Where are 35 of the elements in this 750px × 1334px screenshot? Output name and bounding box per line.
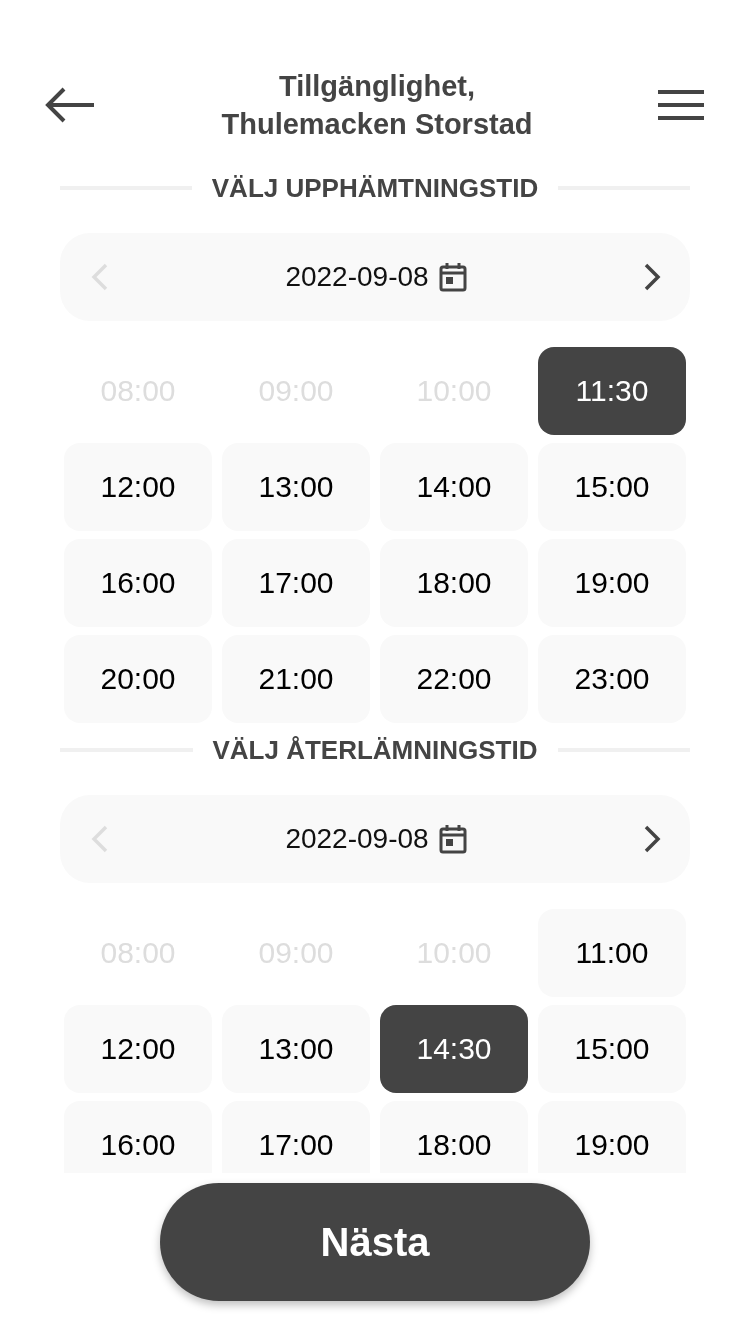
next-button[interactable]: Nästa (160, 1183, 590, 1301)
page-title: Tillgänglighet, (278, 69, 476, 104)
page-title: Thulemacken Storstad (221, 107, 533, 142)
time-slot[interactable]: 17:00 (222, 1101, 370, 1173)
date-text[interactable]: 2022-09-08 (285, 261, 429, 293)
time-slot[interactable]: 14:00 (380, 443, 528, 531)
time-slot[interactable]: 21:00 (222, 635, 370, 723)
time-slot[interactable]: 22:00 (380, 635, 528, 723)
next-chevron-icon[interactable] (642, 824, 662, 854)
time-slot[interactable]: 15:00 (538, 443, 686, 531)
time-slot[interactable]: 17:00 (222, 539, 370, 627)
time-slot[interactable]: 16:00 (64, 539, 212, 627)
time-slot[interactable]: 13:00 (222, 443, 370, 531)
back-arrow-icon[interactable] (44, 87, 96, 123)
menu-icon[interactable] (658, 89, 704, 121)
calendar-icon[interactable] (438, 824, 467, 854)
time-slot[interactable]: 16:00 (64, 1101, 212, 1173)
time-slot[interactable]: 12:00 (64, 1005, 212, 1093)
time-slot[interactable]: 19:00 (538, 539, 686, 627)
section-heading: VÄLJ ÅTERLÄMNINGSTID (212, 734, 538, 766)
time-slot[interactable]: 14:30 (380, 1005, 528, 1093)
time-slot[interactable]: 23:00 (538, 635, 686, 723)
time-slot[interactable]: 18:00 (380, 539, 528, 627)
time-slot[interactable]: 15:00 (538, 1005, 686, 1093)
time-slot[interactable]: 18:00 (380, 1101, 528, 1173)
time-slot[interactable]: 20:00 (64, 635, 212, 723)
time-slot[interactable]: 12:00 (64, 443, 212, 531)
next-chevron-icon[interactable] (642, 262, 662, 292)
time-slot[interactable]: 11:30 (538, 347, 686, 435)
time-slot[interactable]: 11:00 (538, 909, 686, 997)
section-heading: VÄLJ UPPHÄMTNINGSTID (211, 172, 539, 204)
calendar-icon[interactable] (438, 262, 467, 292)
date-text[interactable]: 2022-09-08 (285, 823, 429, 855)
time-slot[interactable]: 13:00 (222, 1005, 370, 1093)
time-slot[interactable]: 19:00 (538, 1101, 686, 1173)
